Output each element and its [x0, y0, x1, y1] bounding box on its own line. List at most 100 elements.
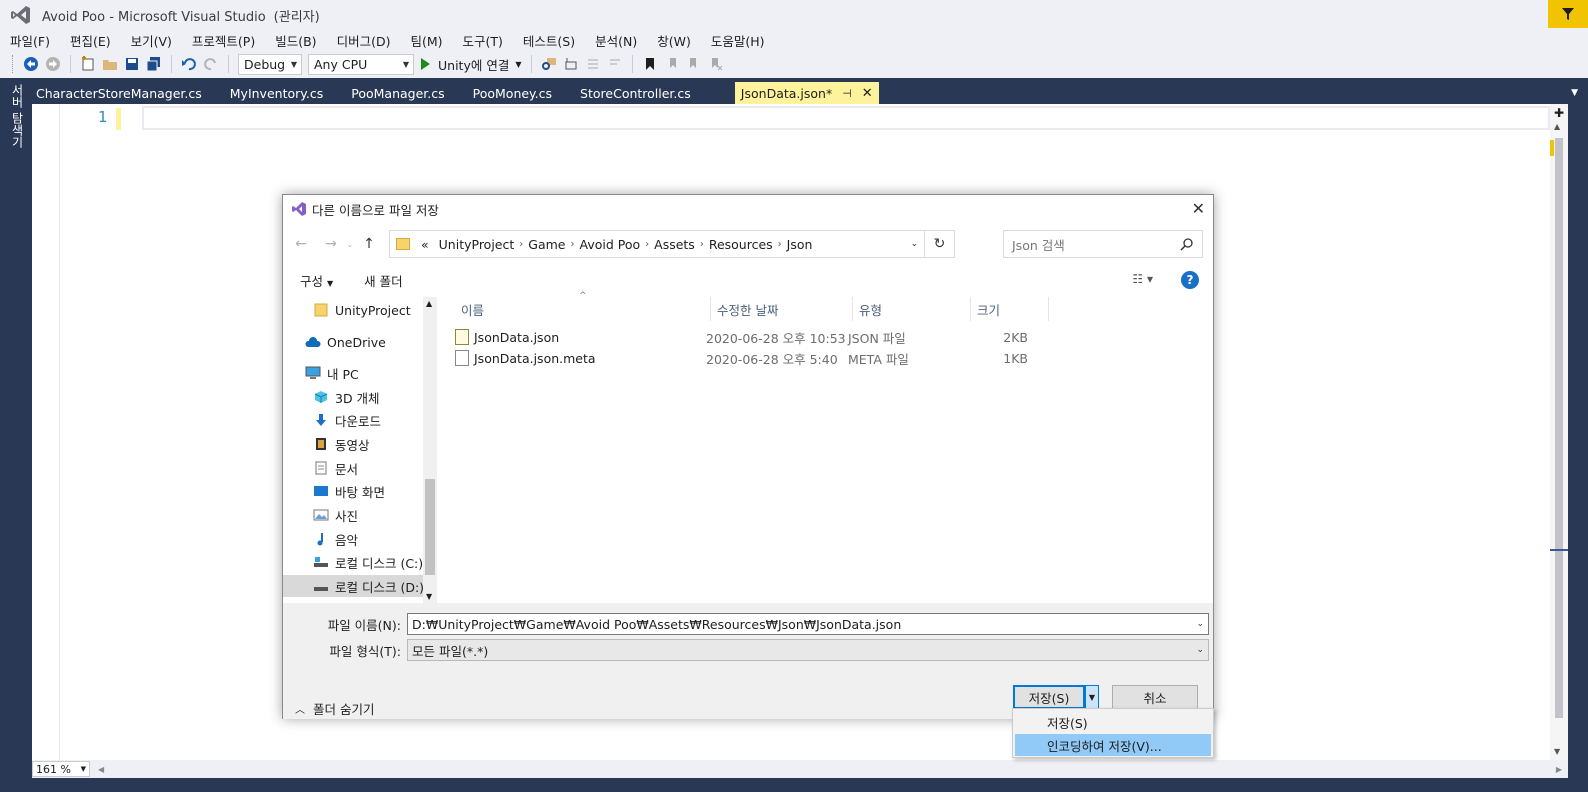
- file-row[interactable]: JsonData.json 2020-06-28 오후 10:53 JSON 파…: [455, 327, 1055, 347]
- breadcrumb-overflow[interactable]: «: [421, 237, 429, 252]
- step-icon[interactable]: [562, 55, 580, 73]
- new-project-icon[interactable]: [79, 55, 97, 73]
- nav-item-onedrive[interactable]: OneDrive: [305, 331, 386, 353]
- menu-test[interactable]: 테스트(S): [513, 31, 585, 50]
- nav-item-3d-objects[interactable]: 3D 개체: [313, 386, 380, 408]
- chevron-right-icon[interactable]: ›: [645, 239, 649, 250]
- breadcrumb-game[interactable]: Game: [528, 237, 565, 252]
- menu-project[interactable]: 프로젝트(P): [182, 31, 265, 50]
- undo-icon[interactable]: [180, 55, 198, 73]
- back-icon[interactable]: [22, 55, 40, 73]
- recent-locations-icon[interactable]: ⌄: [343, 240, 357, 249]
- breadcrumb-json[interactable]: Json: [787, 237, 813, 252]
- address-bar[interactable]: « UnityProject › Game › Avoid Poo › Assets ›…: [389, 230, 955, 258]
- menu-item-save[interactable]: 저장(S): [1015, 711, 1211, 733]
- tab-overflow-icon[interactable]: ▼: [1571, 88, 1578, 98]
- tab-poomanager[interactable]: PooManager.cs: [347, 82, 468, 104]
- breadcrumb-assets[interactable]: Assets: [654, 237, 695, 252]
- find-icon[interactable]: [540, 55, 558, 73]
- help-icon[interactable]: ?: [1181, 271, 1199, 289]
- chevron-right-icon[interactable]: ›: [700, 239, 704, 250]
- refresh-icon[interactable]: ↻: [924, 231, 954, 257]
- forward-arrow-icon[interactable]: →: [319, 236, 343, 252]
- server-explorer-tab[interactable]: 서버 탐색기: [8, 84, 26, 148]
- nav-item-local-disk-c[interactable]: 로컬 디스크 (C:): [313, 551, 423, 573]
- chevron-down-icon[interactable]: ⌄: [1196, 619, 1204, 629]
- scroll-left-icon[interactable]: ◀: [98, 765, 104, 774]
- filename-input[interactable]: D:₩UnityProject₩Game₩Avoid Poo₩Assets₩Re…: [407, 613, 1209, 635]
- breadcrumb-unityproject[interactable]: UnityProject: [439, 237, 515, 252]
- hide-folders-button[interactable]: ︿ 폴더 숨기기: [295, 699, 374, 718]
- editor-vertical-scrollbar[interactable]: ✚ ▲ ▼: [1550, 104, 1568, 760]
- close-icon[interactable]: ✕: [1192, 199, 1205, 218]
- cancel-button[interactable]: 취소: [1112, 685, 1198, 709]
- pin-icon[interactable]: ⊣: [842, 87, 852, 100]
- close-tab-icon[interactable]: ✕: [862, 86, 873, 101]
- nav-item-pictures[interactable]: 사진: [313, 504, 358, 526]
- column-header-type[interactable]: 유형: [853, 297, 971, 321]
- split-editor-icon[interactable]: ✚: [1552, 106, 1566, 120]
- bookmark-icon[interactable]: [641, 55, 659, 73]
- menu-window[interactable]: 창(W): [647, 31, 701, 50]
- tab-jsondata[interactable]: JsonData.json* ⊣ ✕: [734, 82, 879, 104]
- column-header-modified[interactable]: 수정한 날짜: [711, 297, 853, 321]
- feedback-filter-icon[interactable]: [1548, 0, 1588, 28]
- nav-item-this-pc[interactable]: 내 PC: [305, 362, 359, 384]
- solution-config-dropdown[interactable]: Debug ▼: [238, 53, 302, 75]
- file-row[interactable]: JsonData.json.meta 2020-06-28 오후 5:40 ME…: [455, 348, 1055, 368]
- save-options-dropdown[interactable]: ▼: [1085, 685, 1099, 709]
- back-arrow-icon[interactable]: ←: [289, 236, 313, 252]
- up-arrow-icon[interactable]: ↑: [357, 236, 381, 252]
- chevron-right-icon[interactable]: ›: [778, 239, 782, 250]
- menu-file[interactable]: 파일(F): [0, 31, 60, 50]
- menu-team[interactable]: 팀(M): [400, 31, 452, 50]
- new-folder-button[interactable]: 새 폴더: [347, 271, 416, 290]
- breadcrumb-resources[interactable]: Resources: [709, 237, 773, 252]
- scroll-right-icon[interactable]: ▶: [1556, 765, 1562, 774]
- toolbar-grip[interactable]: [12, 55, 16, 73]
- save-icon[interactable]: [123, 55, 141, 73]
- zoom-dropdown[interactable]: 161 % ▼: [32, 761, 90, 777]
- nav-item-desktop[interactable]: 바탕 화면: [313, 480, 385, 502]
- nav-item-local-disk-d[interactable]: 로컬 디스크 (D:): [283, 575, 424, 597]
- tab-myinventory[interactable]: MyInventory.cs: [226, 82, 347, 104]
- uncomment-icon[interactable]: [606, 55, 624, 73]
- menu-view[interactable]: 보기(V): [121, 31, 182, 50]
- organize-button[interactable]: 구성 ▼: [283, 271, 347, 290]
- scroll-down-icon[interactable]: ▼: [426, 592, 432, 601]
- clear-bookmarks-icon[interactable]: [707, 55, 725, 73]
- nav-item-unityproject[interactable]: UnityProject: [313, 299, 411, 321]
- comment-icon[interactable]: [584, 55, 602, 73]
- start-debug-button[interactable]: Unity에 연결 ▼: [421, 55, 521, 74]
- nav-item-music[interactable]: 음악: [313, 528, 358, 550]
- column-header-name[interactable]: 이름: [455, 297, 711, 321]
- save-all-icon[interactable]: [145, 55, 163, 73]
- menu-help[interactable]: 도움말(H): [701, 31, 775, 50]
- scroll-down-icon[interactable]: ▼: [1554, 747, 1560, 756]
- tab-poomoney[interactable]: PooMoney.cs: [469, 82, 576, 104]
- scroll-thumb[interactable]: [425, 479, 435, 575]
- scroll-thumb[interactable]: [1555, 138, 1563, 718]
- chevron-right-icon[interactable]: ›: [571, 239, 575, 250]
- save-button[interactable]: 저장(S): [1013, 685, 1085, 709]
- column-header-size[interactable]: 크기: [971, 297, 1049, 321]
- nav-item-documents[interactable]: 문서: [313, 457, 358, 479]
- scroll-up-icon[interactable]: ▲: [1554, 122, 1560, 131]
- menu-edit[interactable]: 편집(E): [60, 31, 121, 50]
- prev-bookmark-icon[interactable]: [663, 55, 681, 73]
- search-input[interactable]: Json 검색: [1003, 230, 1203, 258]
- chevron-right-icon[interactable]: ›: [519, 239, 523, 250]
- menu-debug[interactable]: 디버그(D): [327, 31, 401, 50]
- tab-characterstoremanager[interactable]: CharacterStoreManager.cs: [32, 82, 226, 104]
- solution-platform-dropdown[interactable]: Any CPU ▼: [308, 53, 414, 75]
- chevron-down-icon[interactable]: ⌄: [910, 239, 918, 249]
- open-file-icon[interactable]: [101, 55, 119, 73]
- next-bookmark-icon[interactable]: [685, 55, 703, 73]
- menu-item-save-with-encoding[interactable]: 인코딩하여 저장(V)...: [1015, 734, 1211, 756]
- redo-icon[interactable]: [202, 55, 220, 73]
- scroll-up-icon[interactable]: ▲: [426, 299, 432, 308]
- nav-item-videos[interactable]: 동영상: [313, 433, 370, 455]
- menu-tools[interactable]: 도구(T): [453, 31, 513, 50]
- nav-item-downloads[interactable]: 다운로드: [313, 409, 381, 431]
- filetype-dropdown[interactable]: 모든 파일(*.*) ⌄: [407, 639, 1209, 661]
